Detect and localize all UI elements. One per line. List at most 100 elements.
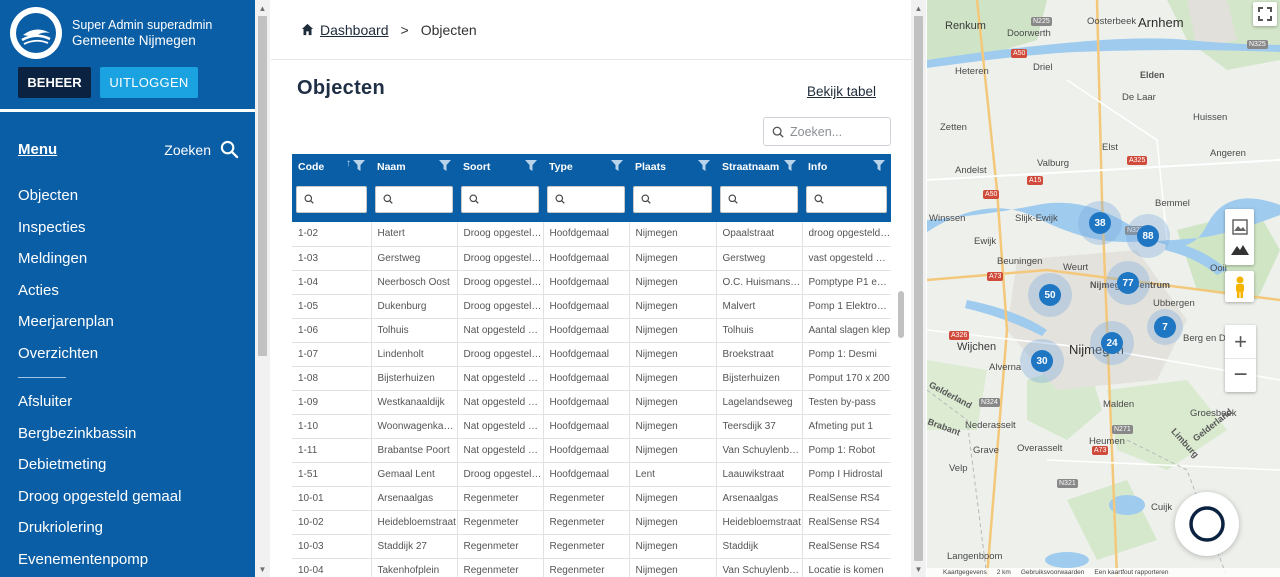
filter-icon[interactable] bbox=[873, 160, 885, 174]
map-cluster-marker[interactable]: 38 bbox=[1078, 201, 1122, 245]
uitloggen-button[interactable]: UITLOGGEN bbox=[100, 67, 198, 98]
beheer-button[interactable]: BEHEER bbox=[18, 67, 91, 98]
table-search-input[interactable]: Zoeken... bbox=[763, 117, 891, 146]
filter-icon[interactable] bbox=[439, 160, 451, 174]
column-filter-input-code[interactable] bbox=[296, 186, 367, 213]
table-row[interactable]: 1-10WoonwagenkampNat opgesteld gemaalHoo… bbox=[292, 414, 891, 439]
menu-item-acties[interactable]: Acties bbox=[18, 275, 255, 307]
map-cluster-marker[interactable]: 88 bbox=[1126, 214, 1170, 258]
sidebar-search-button[interactable]: Zoeken bbox=[164, 140, 239, 159]
map-cluster-marker[interactable]: 30 bbox=[1020, 339, 1064, 383]
table-cell: 1-09 bbox=[292, 390, 372, 415]
table-row[interactable]: 1-05DukenburgDroog opgesteld gemaalHoofd… bbox=[292, 294, 891, 319]
main-scrollbar[interactable]: ▲ ▼ bbox=[911, 0, 926, 577]
main-content: Dashboard > Objecten Objecten Bekijk tab… bbox=[271, 0, 911, 577]
menu-item-drukriolering[interactable]: Drukriolering bbox=[18, 512, 255, 544]
breadcrumb-dashboard-link[interactable]: Dashboard bbox=[320, 22, 389, 38]
map-cluster-marker[interactable]: 7 bbox=[1147, 309, 1183, 345]
street-view-pegman[interactable] bbox=[1225, 271, 1254, 302]
sort-icon[interactable]: ↑ bbox=[346, 158, 351, 169]
table-scroll-thumb[interactable] bbox=[898, 291, 904, 338]
map-place-malden: Malden bbox=[1103, 399, 1135, 410]
table-row[interactable]: 1-04Neerbosch OostDroog opgesteld gemaal… bbox=[292, 270, 891, 295]
filter-icon[interactable] bbox=[784, 160, 796, 174]
scroll-down-arrow-icon[interactable]: ▼ bbox=[258, 565, 267, 575]
menu-title[interactable]: Menu bbox=[18, 141, 57, 158]
table-cell: droog opgesteld gemaal bbox=[802, 222, 891, 247]
menu-item-inspecties[interactable]: Inspecties bbox=[18, 212, 255, 244]
table-cell: Nat opgesteld gemaal bbox=[457, 438, 544, 463]
map-type-control[interactable] bbox=[1225, 209, 1254, 265]
table-cell: Opaalstraat bbox=[716, 222, 803, 247]
map-fullscreen-button[interactable] bbox=[1253, 2, 1277, 26]
map-cluster-marker[interactable]: 24 bbox=[1090, 321, 1134, 365]
table-cell: Droog opgesteld gemaal bbox=[457, 462, 544, 487]
satellite-view-icon[interactable] bbox=[1231, 219, 1248, 235]
menu-item-meerjarenplan[interactable]: Meerjarenplan bbox=[18, 306, 255, 338]
column-filter-input-type[interactable] bbox=[547, 186, 625, 213]
column-filter-input-info[interactable] bbox=[806, 186, 887, 213]
map-place-wijchen: Wijchen bbox=[957, 341, 997, 353]
table-cell: Hoofdgemaal bbox=[543, 222, 630, 247]
column-header-soort[interactable]: Soort bbox=[457, 154, 543, 179]
table-cell: Nijmegen bbox=[629, 486, 717, 511]
view-table-link[interactable]: Bekijk tabel bbox=[807, 84, 876, 99]
table-row[interactable]: 1-09WestkanaaldijkNat opgesteld gemaalHo… bbox=[292, 390, 891, 415]
sidebar-scroll-thumb[interactable] bbox=[258, 16, 267, 356]
column-filter-input-naam[interactable] bbox=[375, 186, 453, 213]
column-filter-input-soort[interactable] bbox=[461, 186, 539, 213]
sidebar-scrollbar[interactable]: ▲ ▼ bbox=[255, 0, 270, 577]
table-row[interactable]: 1-06TolhuisNat opgesteld gemaalHoofdgema… bbox=[292, 318, 891, 343]
filter-icon[interactable] bbox=[525, 160, 537, 174]
filter-icon[interactable] bbox=[698, 160, 710, 174]
table-cell: Teersdijk 37 bbox=[716, 414, 803, 439]
table-row[interactable]: 1-03GerstwegDroog opgesteld gemaalHoofdg… bbox=[292, 246, 891, 271]
table-row[interactable]: 1-07LindenholtDroog opgesteld gemaalHoof… bbox=[292, 342, 891, 367]
table-row[interactable]: 10-02 Heidebloemstraat Regenmeter Regenmete… bbox=[292, 510, 891, 535]
table-row[interactable]: 10-03 Staddijk 27 Regenmeter Regenmeter Nijm… bbox=[292, 534, 891, 559]
map-report-link[interactable]: Een kaartfout rapporteren bbox=[1094, 569, 1168, 576]
table-cell: 1-10 bbox=[292, 414, 372, 439]
map[interactable]: Renkum Oosterbeek Arnhem Doorwerth Heter… bbox=[927, 0, 1280, 577]
map-cluster-marker[interactable]: 50 bbox=[1028, 273, 1072, 317]
menu-item-bergbezinkbassin[interactable]: Bergbezinkbassin bbox=[18, 418, 255, 450]
column-header-plaats[interactable]: Plaats bbox=[629, 154, 716, 179]
scroll-down-arrow-icon[interactable]: ▼ bbox=[914, 565, 923, 575]
menu-item-afsluiter[interactable]: Afsluiter bbox=[18, 386, 255, 418]
table-row[interactable]: 10-04 Takenhofplein Regenmeter Regenmeter Ni… bbox=[292, 558, 891, 577]
map-place-elst: Elst bbox=[1102, 142, 1118, 153]
filter-icon[interactable] bbox=[611, 160, 623, 174]
road-label: A325 bbox=[1127, 156, 1148, 165]
table-row[interactable]: 1-08BijsterhuizenNat opgesteld gemaalHoo… bbox=[292, 366, 891, 391]
menu-item-meldingen[interactable]: Meldingen bbox=[18, 243, 255, 275]
column-filter-input-straatnaam[interactable] bbox=[720, 186, 798, 213]
chat-button[interactable] bbox=[1175, 492, 1239, 556]
column-header-label: Code bbox=[298, 160, 325, 173]
map-terms-link[interactable]: Gebruiksvoorwaarden bbox=[1021, 569, 1085, 576]
map-cluster-marker[interactable]: 77 bbox=[1106, 261, 1150, 305]
scroll-up-arrow-icon[interactable]: ▲ bbox=[258, 4, 267, 14]
map-data-link[interactable]: Kaartgegevens bbox=[943, 569, 987, 576]
menu-item-evenementenpomp[interactable]: Evenementenpomp bbox=[18, 544, 255, 576]
table-row[interactable]: 10-01 Arsenaalgas Regenmeter Regenmeter Nijm… bbox=[292, 486, 891, 511]
terrain-view-icon[interactable] bbox=[1230, 243, 1249, 255]
search-icon bbox=[469, 191, 479, 209]
filter-icon[interactable] bbox=[353, 160, 365, 174]
column-header-straatnaam[interactable]: Straatnaam bbox=[716, 154, 802, 179]
menu-item-objecten[interactable]: Objecten bbox=[18, 180, 255, 212]
menu-item-droog-opgesteld-gemaal[interactable]: Droog opgesteld gemaal bbox=[18, 481, 255, 513]
menu-item-debietmeting[interactable]: Debietmeting bbox=[18, 449, 255, 481]
column-header-type[interactable]: Type bbox=[543, 154, 629, 179]
zoom-in-button[interactable]: + bbox=[1225, 326, 1256, 359]
column-filter-input-plaats[interactable] bbox=[633, 186, 712, 213]
table-row[interactable]: 1-02HatertDroog opgesteld gemaalHoofdgem… bbox=[292, 222, 891, 247]
zoom-out-button[interactable]: − bbox=[1225, 359, 1256, 392]
main-scroll-thumb[interactable] bbox=[914, 16, 923, 561]
table-row[interactable]: 1-11Brabantse PoortNat opgesteld gemaalH… bbox=[292, 438, 891, 463]
table-row[interactable]: 1-51Gemaal LentDroog opgesteld gemaalHoo… bbox=[292, 462, 891, 487]
column-header-info[interactable]: Info bbox=[802, 154, 891, 179]
menu-item-overzichten[interactable]: Overzichten bbox=[18, 338, 255, 370]
column-header-code[interactable]: Code ↑ bbox=[292, 154, 371, 179]
column-header-naam[interactable]: Naam bbox=[371, 154, 457, 179]
scroll-up-arrow-icon[interactable]: ▲ bbox=[914, 4, 923, 14]
